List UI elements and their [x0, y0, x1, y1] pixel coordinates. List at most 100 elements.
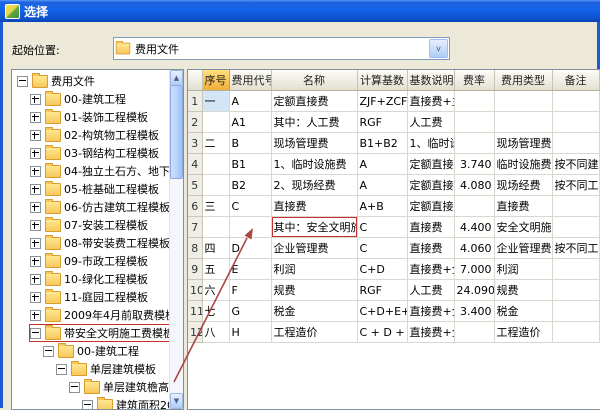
base-desc-cell[interactable]: 定额直接费+: [407, 196, 454, 217]
scroll-down-icon[interactable]: ▼: [170, 393, 183, 409]
expand-toggle-icon[interactable]: [30, 130, 41, 141]
note-cell[interactable]: [552, 133, 599, 154]
combobox-dropdown-button[interactable]: v: [429, 39, 448, 58]
row-number-cell[interactable]: 3: [188, 133, 202, 154]
name-cell[interactable]: 现场管理费: [271, 133, 357, 154]
type-cell[interactable]: 规费: [494, 280, 552, 301]
expand-toggle-icon[interactable]: [17, 76, 28, 87]
tree-item[interactable]: 2009年4月前取费模板: [29, 306, 169, 324]
name-cell[interactable]: 2、现场经费: [271, 175, 357, 196]
row-number-cell[interactable]: 9: [188, 259, 202, 280]
note-cell[interactable]: [552, 301, 599, 322]
column-header[interactable]: 备注: [552, 70, 599, 91]
base-cell[interactable]: ZJF+ZCF+SBF: [357, 91, 407, 112]
base-cell[interactable]: A: [357, 175, 407, 196]
expand-toggle-icon[interactable]: [69, 382, 80, 393]
tree-item[interactable]: 费用文件: [16, 72, 96, 90]
rate-cell[interactable]: 3.400: [454, 301, 494, 322]
type-cell[interactable]: 企业管理费: [494, 238, 552, 259]
seq-cell[interactable]: 五: [202, 259, 229, 280]
base-desc-cell[interactable]: 直接费: [407, 217, 454, 238]
note-cell[interactable]: [552, 91, 599, 112]
base-cell[interactable]: RGF: [357, 112, 407, 133]
expand-toggle-icon[interactable]: [30, 292, 41, 303]
type-cell[interactable]: 工程造价: [494, 322, 552, 343]
tree-item[interactable]: 07-安装工程模板: [29, 216, 149, 234]
row-number-cell[interactable]: 7: [188, 217, 202, 238]
type-cell[interactable]: 税金: [494, 301, 552, 322]
name-cell[interactable]: 利润: [271, 259, 357, 280]
name-cell[interactable]: 其中：安全文明施工费: [271, 217, 357, 238]
type-cell[interactable]: 安全文明施工: [494, 217, 552, 238]
type-cell[interactable]: 临时设施费: [494, 154, 552, 175]
seq-cell[interactable]: 四: [202, 238, 229, 259]
tree-item[interactable]: 08-带安装费工程模板: [29, 234, 169, 252]
code-cell[interactable]: G: [229, 301, 271, 322]
code-cell[interactable]: A1: [229, 112, 271, 133]
seq-cell[interactable]: 七: [202, 301, 229, 322]
base-desc-cell[interactable]: 1、临时设施: [407, 133, 454, 154]
rate-cell[interactable]: 24.090: [454, 280, 494, 301]
scroll-up-icon[interactable]: ▲: [170, 70, 183, 86]
tree-item[interactable]: 02-构筑物工程模板: [29, 126, 160, 144]
row-number-cell[interactable]: 6: [188, 196, 202, 217]
seq-cell[interactable]: [202, 175, 229, 196]
code-cell[interactable]: C: [229, 196, 271, 217]
tree-item[interactable]: 带安全文明施工费模板: [29, 324, 169, 342]
type-cell[interactable]: 直接费: [494, 196, 552, 217]
seq-cell[interactable]: 八: [202, 322, 229, 343]
location-combobox[interactable]: 费用文件 v: [113, 37, 450, 60]
expand-toggle-icon[interactable]: [30, 148, 41, 159]
name-cell[interactable]: 税金: [271, 301, 357, 322]
note-cell[interactable]: [552, 280, 599, 301]
expand-toggle-icon[interactable]: [30, 184, 41, 195]
row-number-cell[interactable]: 1: [188, 91, 202, 112]
tree-item[interactable]: 建筑面积20000m2以内: [81, 396, 169, 409]
base-cell[interactable]: RGF: [357, 280, 407, 301]
tree-item[interactable]: 06-仿古建筑工程模板: [29, 198, 169, 216]
column-header[interactable]: 费用类型: [494, 70, 552, 91]
column-header[interactable]: 序号: [202, 70, 229, 91]
rate-cell[interactable]: [454, 91, 494, 112]
row-number-cell[interactable]: 10: [188, 280, 202, 301]
seq-cell[interactable]: [202, 112, 229, 133]
code-cell[interactable]: B2: [229, 175, 271, 196]
rate-cell[interactable]: 4.060: [454, 238, 494, 259]
column-header[interactable]: [188, 70, 202, 91]
expand-toggle-icon[interactable]: [30, 238, 41, 249]
base-desc-cell[interactable]: 直接费+企业: [407, 301, 454, 322]
type-cell[interactable]: 利润: [494, 259, 552, 280]
rate-cell[interactable]: [454, 112, 494, 133]
base-cell[interactable]: A+B: [357, 196, 407, 217]
name-cell[interactable]: 直接费: [271, 196, 357, 217]
type-cell[interactable]: [494, 112, 552, 133]
type-cell[interactable]: 现场经费: [494, 175, 552, 196]
seq-cell[interactable]: 三: [202, 196, 229, 217]
note-cell[interactable]: [552, 322, 599, 343]
expand-toggle-icon[interactable]: [30, 256, 41, 267]
name-cell[interactable]: 定额直接费: [271, 91, 357, 112]
tree-item[interactable]: 09-市政工程模板: [29, 252, 149, 270]
code-cell[interactable]: [229, 217, 271, 238]
base-desc-cell[interactable]: 直接费+企业: [407, 322, 454, 343]
name-cell[interactable]: 企业管理费: [271, 238, 357, 259]
column-header[interactable]: 费率: [454, 70, 494, 91]
column-header[interactable]: 费用代号: [229, 70, 271, 91]
seq-cell[interactable]: 一: [202, 91, 229, 112]
code-cell[interactable]: F: [229, 280, 271, 301]
note-cell[interactable]: [552, 217, 599, 238]
seq-cell[interactable]: 二: [202, 133, 229, 154]
base-cell[interactable]: B1+B2: [357, 133, 407, 154]
note-cell[interactable]: 按不同建筑面: [552, 154, 599, 175]
column-header[interactable]: 名称: [271, 70, 357, 91]
tree-item[interactable]: 00-建筑工程: [29, 90, 127, 108]
code-cell[interactable]: H: [229, 322, 271, 343]
note-cell[interactable]: 按不同工程类: [552, 175, 599, 196]
tree-item[interactable]: 单层建筑模板: [55, 360, 157, 378]
row-number-cell[interactable]: 12: [188, 322, 202, 343]
base-cell[interactable]: C + D + E +: [357, 322, 407, 343]
note-cell[interactable]: [552, 112, 599, 133]
tree-item[interactable]: 05-桩基础工程模板: [29, 180, 160, 198]
tree-item[interactable]: 单层建筑檐高16m以上: [68, 378, 169, 396]
tree-item[interactable]: 04-独立土石方、地下降水工程模板: [29, 162, 169, 180]
